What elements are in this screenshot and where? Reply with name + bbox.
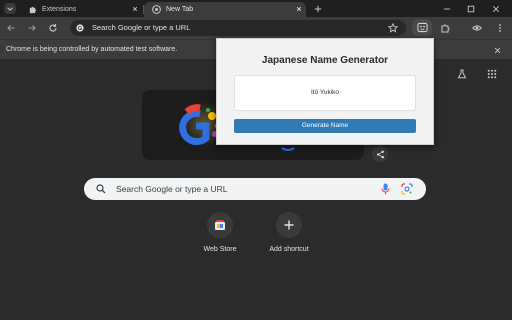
chrome-menu-button[interactable] [493,21,507,35]
back-button[interactable] [4,21,18,35]
puzzle-icon [441,24,450,33]
shortcut-icon-circle [207,212,233,238]
apps-grid-icon [487,69,497,79]
tab-title: Extensions [42,6,77,13]
chevron-down-icon [7,6,13,11]
maximize-button[interactable] [464,2,478,15]
puzzle-icon [28,5,37,14]
address-bar[interactable]: G Search Google or type a URL [70,20,406,36]
tab-search-button[interactable] [4,3,16,14]
maximize-icon [467,5,475,12]
new-tab-button[interactable] [312,3,324,15]
share-doodle-button[interactable] [372,146,388,162]
arrow-right-icon [28,25,36,31]
close-tab-icon[interactable] [131,5,139,13]
japanese-name-generator-extension-button[interactable] [412,19,432,36]
shortcut-add[interactable]: Add shortcut [259,212,319,253]
google-icon: G [76,24,84,32]
search-placeholder: Search Google or type a URL [116,184,228,194]
infobar-message: Chrome is being controlled by automated … [6,46,178,53]
tab-extensions[interactable]: Extensions [22,2,142,17]
reload-icon [49,24,57,32]
more-vertical-icon [499,24,501,32]
share-icon [376,150,384,158]
plus-icon [284,220,294,230]
forward-button[interactable] [25,21,39,35]
generated-name-display: Itō Yukiko [234,75,416,111]
close-icon [492,5,500,12]
generate-name-button[interactable]: Generate Name [234,119,416,133]
minimize-button[interactable] [440,2,454,15]
browser-toolbar: G Search Google or type a URL [0,17,512,39]
minimize-icon [443,8,451,9]
tab-strip: Extensions New Tab [0,0,512,17]
google-lens-icon[interactable] [401,183,413,195]
close-tab-icon[interactable] [295,5,303,13]
arrow-left-icon [7,25,15,31]
web-store-icon [215,220,225,230]
extension-face-icon [416,22,428,33]
popup-title: Japanese Name Generator [261,55,389,66]
extension-popup: Japanese Name Generator Itō Yukiko Gener… [216,38,434,145]
tab-new-tab[interactable]: New Tab [144,2,306,17]
generated-name: Itō Yukiko [310,89,340,96]
tab-title: New Tab [166,6,194,13]
shortcut-label: Web Store [203,246,237,253]
eye-icon [472,25,482,31]
bookmark-star-icon[interactable] [388,23,398,33]
chrome-icon [152,5,161,14]
shortcut-web-store[interactable]: Web Store [190,212,250,253]
profile-button[interactable] [470,21,484,35]
address-bar-text: Search Google or type a URL [92,23,191,32]
flask-icon [457,69,467,79]
reload-button[interactable] [46,21,60,35]
microphone-icon[interactable] [380,183,391,195]
plus-icon [314,5,322,13]
ntp-search-box[interactable]: Search Google or type a URL [84,178,426,200]
svg-text:G: G [78,26,82,32]
shortcut-icon-circle [276,212,302,238]
close-infobar-icon[interactable] [492,45,502,55]
extensions-menu-button[interactable] [438,21,452,35]
shortcut-label: Add shortcut [269,246,309,253]
google-apps-button[interactable] [486,68,498,80]
labs-button[interactable] [456,68,468,80]
search-icon [96,184,106,194]
close-window-button[interactable] [489,2,503,15]
